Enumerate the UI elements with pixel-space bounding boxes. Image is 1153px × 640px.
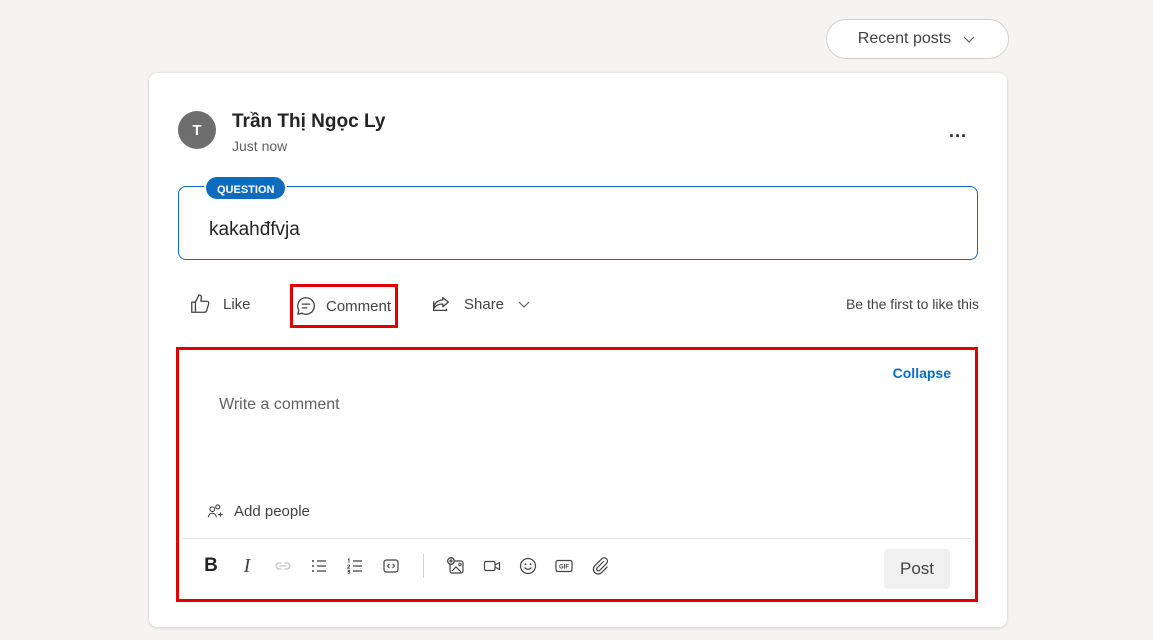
post-timestamp: Just now (232, 138, 288, 154)
link-icon (275, 562, 291, 570)
emoji-button[interactable] (510, 550, 546, 582)
bullet-list-icon (312, 560, 326, 572)
link-button[interactable] (265, 550, 301, 582)
comment-input[interactable] (219, 390, 899, 420)
like-button[interactable]: Like (189, 288, 251, 320)
toolbar-separator (423, 554, 424, 578)
question-text: kakahđfvja (209, 219, 300, 240)
like-count-text: Be the first to like this (845, 296, 979, 312)
share-label: Share (464, 295, 505, 313)
attach-file-button[interactable] (582, 550, 618, 582)
like-label: Like (223, 295, 251, 313)
gif-button[interactable]: GIF (546, 550, 582, 582)
question-content-box: QUESTION kakahđfvja (178, 175, 978, 260)
code-snippet-button[interactable] (373, 550, 409, 582)
avatar-initial: T (192, 121, 202, 139)
add-image-icon (447, 557, 464, 574)
numbered-list-icon (347, 557, 362, 574)
comment-icon (297, 297, 315, 315)
add-people-button[interactable]: Add people (206, 502, 310, 520)
italic-icon: I (243, 554, 251, 577)
add-people-label: Add people (234, 502, 310, 520)
question-badge: QUESTION (204, 175, 288, 201)
comment-label: Comment (326, 297, 392, 315)
toolbar-divider (182, 538, 972, 539)
recent-posts-dropdown[interactable]: Recent posts (826, 19, 1009, 59)
code-icon (383, 559, 399, 573)
comment-composer: Collapse Add people B I (176, 347, 978, 602)
chevron-down-icon (963, 36, 975, 43)
post-button[interactable]: Post (884, 549, 950, 589)
italic-button[interactable]: I (229, 550, 265, 582)
bold-button[interactable]: B (193, 550, 229, 582)
avatar[interactable]: T (178, 111, 216, 149)
comment-button[interactable]: Comment (290, 284, 398, 328)
gif-icon: GIF (555, 559, 573, 573)
more-options-button[interactable]: ... (945, 121, 971, 141)
chevron-down-icon (518, 301, 530, 308)
emoji-icon (519, 557, 537, 575)
collapse-link[interactable]: Collapse (893, 365, 951, 381)
formatting-toolbar: B I GIF (193, 550, 618, 582)
add-people-icon (207, 504, 223, 518)
bold-icon: B (204, 555, 218, 576)
paperclip-icon (592, 557, 609, 575)
share-icon (433, 296, 449, 312)
share-button[interactable]: Share (430, 288, 532, 320)
video-button[interactable] (474, 550, 510, 582)
video-icon (483, 560, 501, 572)
svg-text:GIF: GIF (559, 565, 569, 571)
thumbs-up-icon (191, 294, 210, 313)
post-card: T Trần Thị Ngọc Ly Just now ... QUESTION… (149, 73, 1007, 627)
numbered-list-button[interactable] (337, 550, 373, 582)
more-icon: ... (948, 120, 967, 141)
insert-image-button[interactable] (438, 550, 474, 582)
recent-posts-label: Recent posts (857, 30, 952, 47)
author-name[interactable]: Trần Thị Ngọc Ly (232, 111, 385, 133)
bulleted-list-button[interactable] (301, 550, 337, 582)
